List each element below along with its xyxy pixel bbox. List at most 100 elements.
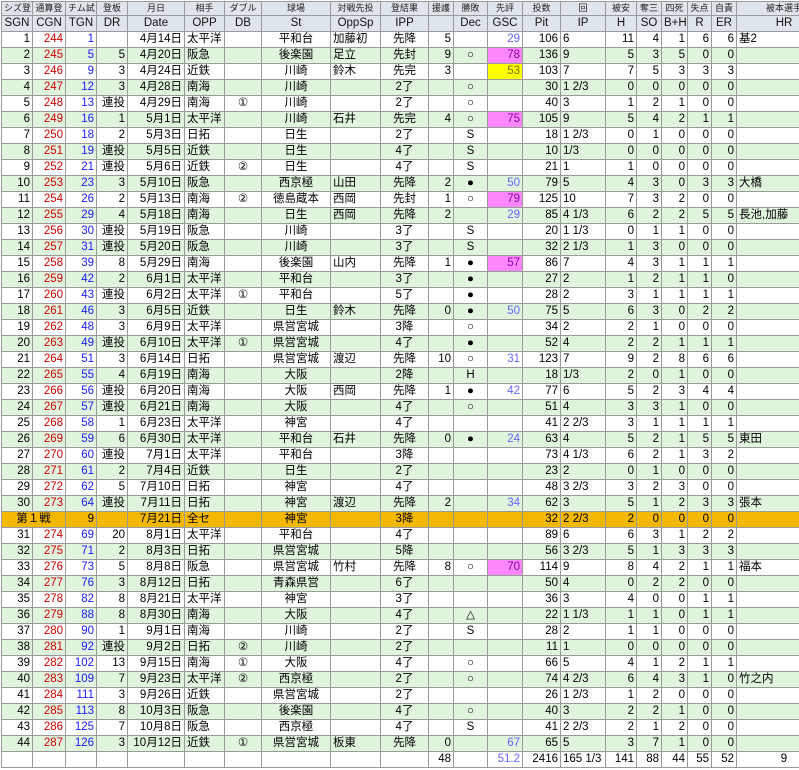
cell-ipp: 先封 <box>381 192 429 208</box>
cell-ipp: 2了 <box>381 672 429 688</box>
cell-date: 8月1日 <box>128 528 185 544</box>
cell-pit: 85 <box>523 208 561 224</box>
cell-cgn: 273 <box>33 496 66 512</box>
cell-r: 3 <box>688 496 712 512</box>
cell-run <box>429 480 454 496</box>
cell-oppsp <box>331 288 381 304</box>
cell-opp: 太平洋 <box>185 32 225 48</box>
cell-pit: 21 <box>523 160 561 176</box>
cell-ip: 6 <box>561 32 606 48</box>
cell-ipp: 2降 <box>381 368 429 384</box>
cell-dec <box>454 64 488 80</box>
cell-so: 1 <box>637 720 662 736</box>
cell-hr: 福本 <box>737 560 799 576</box>
cell-ip: 1 <box>561 640 606 656</box>
cell-oppsp: 鈴木 <box>331 64 381 80</box>
cell-cgn: 255 <box>33 208 66 224</box>
header-en-cell: SGN <box>2 16 33 32</box>
cell-cgn: 252 <box>33 160 66 176</box>
cell-tgn: 62 <box>66 480 97 496</box>
cell-h: 0 <box>606 224 637 240</box>
cell-opp: 阪急 <box>185 704 225 720</box>
cell-gsc <box>488 416 523 432</box>
cell-ip: 3 <box>561 96 606 112</box>
cell-st: 後楽園 <box>262 704 331 720</box>
cell-st: 西京極 <box>262 176 331 192</box>
cell-st: 大阪 <box>262 368 331 384</box>
cell-hr <box>737 64 799 80</box>
cell-so: 2 <box>637 352 662 368</box>
cell-bh: 2 <box>662 208 688 224</box>
header-en-cell: CGN <box>33 16 66 32</box>
header-jp-cell: ダブル <box>225 2 262 16</box>
cell-tgn: 51 <box>66 352 97 368</box>
cell-sgn: 27 <box>2 448 33 464</box>
cell-run: 9 <box>429 48 454 64</box>
cell-er: 0 <box>712 128 737 144</box>
cell-date: 9月15日 <box>128 656 185 672</box>
cell-date: 4月28日 <box>128 80 185 96</box>
cell-db <box>225 128 262 144</box>
cell-sgn: 17 <box>2 288 33 304</box>
total-bh: 44 <box>662 752 688 768</box>
cell-tgn: 61 <box>66 464 97 480</box>
table-body: 124414月14日太平洋平和台加藤初先降5291066114166基22245… <box>2 32 799 768</box>
cell-dec: S <box>454 720 488 736</box>
header-jp-cell: 対戦先投 <box>331 2 381 16</box>
cell-sgn: 20 <box>2 336 33 352</box>
cell-oppsp <box>331 128 381 144</box>
cell-gsc: 24 <box>488 432 523 448</box>
cell-empty <box>737 512 799 528</box>
cell-h: 1 <box>606 624 637 640</box>
cell-opp: 阪急 <box>185 560 225 576</box>
cell-dec <box>454 544 488 560</box>
cell-er: 3 <box>712 64 737 80</box>
cell-bh: 0 <box>662 176 688 192</box>
cell-date: 9月23日 <box>128 672 185 688</box>
cell-date: 4月14日 <box>128 32 185 48</box>
cell-opp: 南海 <box>185 400 225 416</box>
cell-gsc <box>488 528 523 544</box>
table-row: 39282102139月15日南海①大阪4了○66541211 <box>2 656 799 672</box>
cell-sgn: 22 <box>2 368 33 384</box>
cell-r: 3 <box>688 176 712 192</box>
cell-dr: 連投 <box>97 448 128 464</box>
cell-ipp: 先降 <box>381 176 429 192</box>
cell-oppsp <box>331 224 381 240</box>
cell-h: 7 <box>606 64 637 80</box>
cell-run: 0 <box>429 736 454 752</box>
cell-cgn: 246 <box>33 64 66 80</box>
cell-st: 川崎 <box>262 624 331 640</box>
cell-date: 5月29日 <box>128 256 185 272</box>
cell-pit: 36 <box>523 592 561 608</box>
cell-ip: 3 <box>561 496 606 512</box>
cell-cgn: 287 <box>33 736 66 752</box>
cell-dr: 1 <box>97 624 128 640</box>
cell-st: 大阪 <box>262 384 331 400</box>
cell-st: 平和台 <box>262 528 331 544</box>
cell-run <box>429 720 454 736</box>
cell-dr: 2 <box>97 544 128 560</box>
table-row: 292726257月10日日拓神宮4了483 2/332300 <box>2 480 799 496</box>
cell-h: 2 <box>606 368 637 384</box>
cell-dr: 2 <box>97 192 128 208</box>
cell-sgn: 33 <box>2 560 33 576</box>
cell-hr <box>737 416 799 432</box>
cell-hr <box>737 464 799 480</box>
cell-er: 0 <box>712 320 737 336</box>
cell-pit: 41 <box>523 416 561 432</box>
cell-st: 県営宮城 <box>262 544 331 560</box>
cell-date: 6月10日 <box>128 336 185 352</box>
cell-run <box>429 672 454 688</box>
cell-st: 後楽園 <box>262 48 331 64</box>
cell-db <box>225 32 262 48</box>
cell-ipp: 4了 <box>381 480 429 496</box>
cell-oppsp <box>331 320 381 336</box>
cell-opp: 南海 <box>185 624 225 640</box>
cell-ip: 5 <box>561 656 606 672</box>
cell-opp: 全セ <box>185 512 225 528</box>
cell-opp: 阪急 <box>185 176 225 192</box>
cell-h: 0 <box>606 576 637 592</box>
cell-so: 1 <box>637 128 662 144</box>
cell-opp: 南海 <box>185 80 225 96</box>
